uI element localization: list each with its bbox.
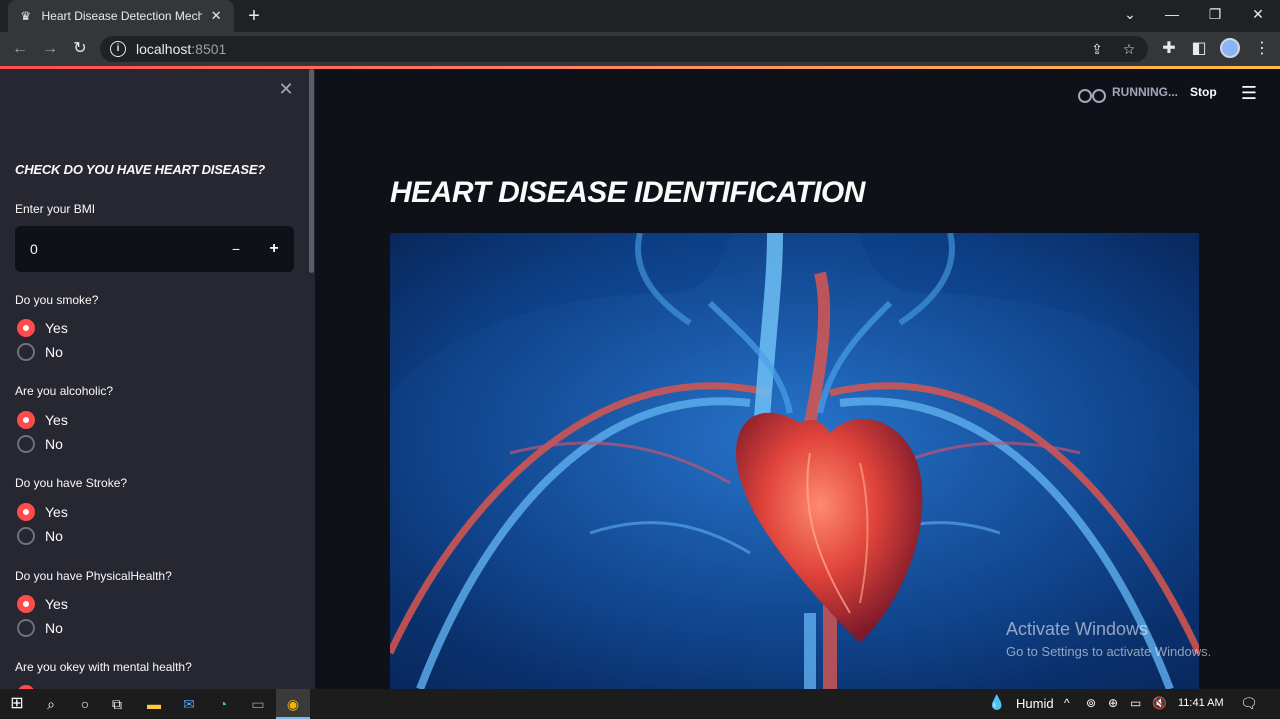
reload-icon[interactable]: ↻ <box>68 37 92 61</box>
radio-label: No <box>45 344 63 360</box>
stop-button[interactable]: Stop <box>1190 85 1217 99</box>
running-label: RUNNING... <box>1112 85 1178 99</box>
physical-health-radio-yes[interactable]: Yes <box>17 595 68 613</box>
tab-title: Heart Disease Detection Mechine <box>41 9 203 23</box>
file-explorer-icon[interactable]: ▬ <box>143 693 165 715</box>
smoke-radio-no[interactable]: No <box>17 343 63 361</box>
chrome-icon: ◉ <box>286 696 300 712</box>
back-arrow-icon[interactable]: ← <box>8 37 32 61</box>
stroke-radio-yes[interactable]: Yes <box>17 503 68 521</box>
running-status: RUNNING... <box>1078 82 1178 103</box>
side-panel-icon[interactable]: ◧ <box>1187 37 1211 61</box>
url-host: localhost <box>136 41 192 57</box>
radio-selected-icon <box>17 411 35 429</box>
bookmark-star-icon[interactable]: ☆ <box>1120 39 1138 59</box>
radio-label: No <box>45 528 63 544</box>
cortana-circle-icon[interactable]: ○ <box>74 693 96 715</box>
hamburger-menu-icon[interactable]: ☰ <box>1240 84 1258 102</box>
browser-tab[interactable]: ♛ Heart Disease Detection Mechine ✕ <box>8 0 234 32</box>
running-bike-icon <box>1078 82 1106 103</box>
radio-label: Yes <box>45 504 68 520</box>
radio-selected-icon <box>17 503 35 521</box>
weather-drop-icon[interactable]: 💧 <box>988 694 1005 711</box>
streamlit-crown-icon: ♛ <box>20 9 32 23</box>
restore-button[interactable]: ❐ <box>1193 0 1237 28</box>
browser-toolbar: ← → ↻ i localhost :8501 ⇪ ☆ ✚ ◧ ⋮ <box>0 32 1280 66</box>
address-bar[interactable]: i localhost :8501 ⇪ ☆ <box>100 36 1148 62</box>
bmi-value: 0 <box>30 241 38 257</box>
mail-icon[interactable]: ✉ <box>178 693 200 715</box>
bmi-number-input[interactable]: 0 − + <box>15 226 294 272</box>
alcohol-radio-no[interactable]: No <box>17 435 63 453</box>
windows-start-icon[interactable]: ⊞ <box>6 693 28 715</box>
radio-label: Yes <box>45 412 68 428</box>
browser-menu-icon[interactable]: ⋮ <box>1250 37 1274 61</box>
close-window-button[interactable]: ✕ <box>1236 0 1280 28</box>
profile-avatar[interactable] <box>1220 38 1240 58</box>
watermark-line1: Activate Windows <box>1006 619 1149 639</box>
radio-label: No <box>45 436 63 452</box>
taskbar-clock[interactable]: 11:41 AM <box>1178 697 1224 709</box>
radio-unselected-icon <box>17 343 35 361</box>
stroke-radio-no[interactable]: No <box>17 527 63 545</box>
extensions-puzzle-icon[interactable]: ✚ <box>1157 37 1181 61</box>
url-port: :8501 <box>191 41 227 57</box>
smoke-question-label: Do you smoke? <box>15 293 99 307</box>
notification-center-icon[interactable]: 🗨 <box>1240 695 1258 712</box>
weather-label[interactable]: Humid <box>1016 696 1054 711</box>
radio-unselected-icon <box>17 619 35 637</box>
tab-search-chevron-icon[interactable]: ⌄ <box>1108 0 1152 28</box>
activate-windows-watermark: Activate Windows Go to Settings to activ… <box>1006 619 1211 659</box>
site-info-icon[interactable]: i <box>110 41 126 57</box>
sidebar-close-icon[interactable]: ✕ <box>276 79 296 99</box>
search-icon[interactable]: ⌕ <box>40 693 62 715</box>
radio-label: No <box>45 620 63 636</box>
bmi-increment-button[interactable]: + <box>259 235 289 263</box>
physical-health-question-label: Do you have PhysicalHealth? <box>15 569 172 583</box>
mental-health-question-label: Are you okey with mental health? <box>15 660 192 674</box>
alcohol-question-label: Are you alcoholic? <box>15 384 114 398</box>
bmi-label: Enter your BMI <box>15 202 96 216</box>
windows-taskbar: ⊞ ⌕ ○ ⧉ ▬ ✉ ◔ ▭ ◉ 💧 Humid ^ ⊚ ⊕ ▭ 🔇 11:4… <box>0 689 1280 719</box>
bmi-decrement-button[interactable]: − <box>221 235 251 263</box>
sidebar-scrollbar[interactable] <box>309 69 314 273</box>
radio-unselected-icon <box>17 527 35 545</box>
sidebar-heading: CHECK DO YOU HAVE HEART DISEASE? <box>15 162 266 177</box>
radio-label: Yes <box>45 596 68 612</box>
physical-health-radio-no[interactable]: No <box>17 619 63 637</box>
tray-chevron-up-icon[interactable]: ^ <box>1064 696 1070 710</box>
radio-selected-icon <box>17 595 35 613</box>
task-view-icon[interactable]: ⧉ <box>106 693 128 715</box>
radio-label: Yes <box>45 320 68 336</box>
chrome-taskbar-button[interactable]: ◉ <box>276 689 310 719</box>
app-window-icon[interactable]: ▭ <box>247 693 269 715</box>
new-tab-button[interactable]: + <box>244 4 264 28</box>
battery-icon[interactable]: ▭ <box>1130 696 1141 710</box>
network-globe-icon[interactable]: ⊕ <box>1108 696 1118 710</box>
watermark-line2: Go to Settings to activate Windows. <box>1006 644 1212 659</box>
sidebar: ✕ CHECK DO YOU HAVE HEART DISEASE? Enter… <box>0 69 315 689</box>
meet-now-icon[interactable]: ⊚ <box>1086 696 1096 710</box>
smoke-radio-yes[interactable]: Yes <box>17 319 68 337</box>
browser-tab-strip: ♛ Heart Disease Detection Mechine ✕ + ⌄ … <box>0 0 1280 32</box>
page-title: HEART DISEASE IDENTIFICATION <box>390 176 865 209</box>
alcohol-radio-yes[interactable]: Yes <box>17 411 68 429</box>
minimize-button[interactable]: — <box>1150 0 1194 28</box>
volume-muted-icon[interactable]: 🔇 <box>1152 696 1167 710</box>
stroke-question-label: Do you have Stroke? <box>15 476 128 490</box>
tab-close-icon[interactable]: ✕ <box>208 8 224 24</box>
radio-unselected-icon <box>17 435 35 453</box>
forward-arrow-icon[interactable]: → <box>38 37 62 61</box>
radio-selected-icon <box>17 319 35 337</box>
edge-browser-icon[interactable]: ◔ <box>212 693 234 715</box>
share-icon[interactable]: ⇪ <box>1088 39 1106 59</box>
